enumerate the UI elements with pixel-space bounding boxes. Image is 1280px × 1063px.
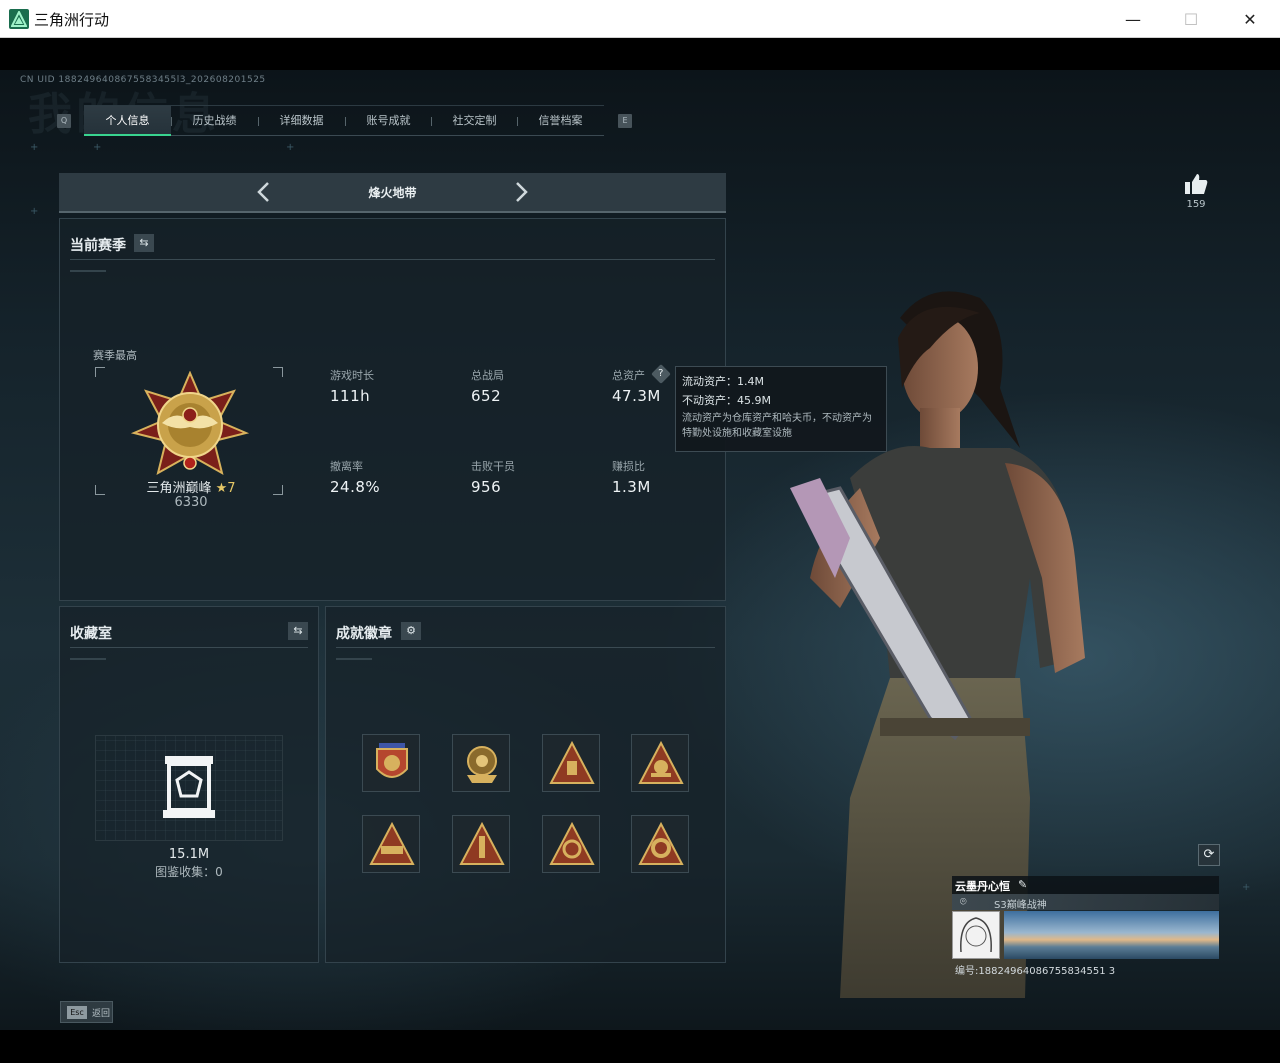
thumbs-up-icon[interactable] bbox=[1183, 172, 1209, 196]
tab-match-history[interactable]: 历史战绩 bbox=[171, 106, 258, 136]
tab-achievements[interactable]: 账号成就 bbox=[345, 106, 432, 136]
stat-label-kills: 击败干员 bbox=[471, 460, 515, 473]
mode-name: 烽火地带 bbox=[368, 186, 417, 200]
mode-selector: 烽火地带 bbox=[59, 173, 726, 213]
rank-emblem-icon bbox=[130, 371, 250, 476]
stat-label-total-matches: 总战局 bbox=[471, 369, 504, 382]
stat-value-kills: 956 bbox=[471, 478, 502, 496]
window-titlebar: 三角洲行动 — ☐ ✕ bbox=[0, 0, 1280, 38]
title-emblem-icon: ⌾ bbox=[960, 895, 967, 908]
stat-value-total-matches: 652 bbox=[471, 387, 502, 405]
decor-cross-icon: + bbox=[30, 206, 39, 217]
player-name-row: 云墨丹心恒 ✎ bbox=[952, 876, 1219, 894]
divider bbox=[336, 658, 372, 660]
player-title-row: ⌾ S3巅峰战神 bbox=[952, 894, 1219, 911]
achievement-badge-icon[interactable] bbox=[542, 734, 600, 792]
avatar[interactable] bbox=[952, 911, 1000, 959]
maximize-button[interactable]: ☐ bbox=[1162, 0, 1220, 38]
collection-heading: 收藏室 bbox=[70, 626, 112, 642]
rank-score: 6330 bbox=[174, 495, 208, 510]
stat-value-total-assets: 47.3M bbox=[612, 387, 661, 405]
season-panel: 当前赛季 ⇆ 赛季最高 三角洲巅峰 ★7 6330 游戏时长 111h 总战局 … bbox=[59, 218, 726, 601]
game-viewport: 我的信息 CN UID 1882496408675583455l3_202608… bbox=[0, 38, 1280, 1030]
gear-icon[interactable]: ⚙ bbox=[401, 622, 421, 640]
minimize-button[interactable]: — bbox=[1104, 0, 1162, 38]
decor-cross-icon: + bbox=[286, 142, 295, 153]
season-heading: 当前赛季 bbox=[70, 238, 126, 254]
display-case-icon bbox=[163, 756, 215, 818]
achievement-badge-icon[interactable] bbox=[452, 734, 510, 792]
decor-cross-icon: + bbox=[93, 142, 102, 153]
tab-bar: 个人信息 历史战绩 详细数据 账号成就 社交定制 信誉档案 bbox=[84, 105, 604, 136]
frame-corner bbox=[273, 367, 283, 377]
tab-prev-key[interactable]: Q bbox=[57, 114, 71, 128]
tab-personal-info[interactable]: 个人信息 bbox=[84, 106, 171, 136]
achievement-badge-icon[interactable] bbox=[631, 815, 689, 873]
player-title: S3巅峰战神 bbox=[994, 900, 1047, 911]
divider bbox=[70, 647, 308, 648]
achievement-badge-icon[interactable] bbox=[452, 815, 510, 873]
like-count: 159 bbox=[1186, 199, 1206, 210]
back-label: 返回 bbox=[92, 1009, 111, 1019]
collection-count: 图鉴收集：0 bbox=[155, 865, 223, 879]
season-best-label: 赛季最高 bbox=[93, 349, 137, 362]
frame-corner bbox=[95, 367, 105, 377]
achievement-badge-icon[interactable] bbox=[362, 815, 420, 873]
achievement-badge-icon[interactable] bbox=[542, 815, 600, 873]
achievements-panel: 成就徽章 ⚙ bbox=[325, 606, 726, 963]
window-title: 三角洲行动 bbox=[34, 11, 110, 29]
help-icon[interactable]: ? bbox=[651, 364, 671, 384]
top-letterbox bbox=[0, 38, 1280, 70]
achievements-heading: 成就徽章 bbox=[336, 626, 392, 642]
profile-banner bbox=[1004, 911, 1219, 959]
app-logo-icon bbox=[9, 9, 29, 29]
esc-key-hint: Esc bbox=[67, 1006, 87, 1019]
achievement-badge-icon[interactable] bbox=[631, 734, 689, 792]
decor-cross-icon: + bbox=[30, 142, 39, 153]
divider bbox=[70, 658, 106, 660]
swap-icon[interactable]: ⇆ bbox=[134, 234, 154, 252]
stat-label-playtime: 游戏时长 bbox=[330, 369, 374, 382]
collection-panel: 收藏室 ⇆ 15.1M 图鉴收集：0 bbox=[59, 606, 319, 963]
close-button[interactable]: ✕ bbox=[1221, 0, 1279, 38]
swap-icon[interactable]: ⇆ bbox=[288, 622, 308, 640]
divider bbox=[70, 270, 106, 272]
rank-star-icon: ★7 bbox=[215, 481, 236, 496]
frame-corner bbox=[95, 485, 105, 495]
stat-value-extract-rate: 24.8% bbox=[330, 478, 381, 496]
player-name: 云墨丹心恒 bbox=[955, 880, 1010, 893]
collection-value: 15.1M bbox=[168, 847, 210, 862]
tab-detailed-data[interactable]: 详细数据 bbox=[258, 106, 345, 136]
player-id: 编号:18824964086755834551 3 bbox=[955, 966, 1116, 977]
stat-value-profit-ratio: 1.3M bbox=[612, 478, 651, 496]
stat-value-playtime: 111h bbox=[330, 387, 371, 405]
decor-cross-icon: + bbox=[1242, 882, 1251, 893]
collection-showcase[interactable] bbox=[95, 735, 283, 841]
uid-label: CN UID 1882496408675583455l3_20260820152… bbox=[20, 75, 266, 85]
back-button[interactable]: Esc 返回 bbox=[60, 1001, 113, 1023]
rank-name: 三角洲巅峰 ★7 bbox=[146, 481, 236, 496]
stat-label-profit-ratio: 赚损比 bbox=[612, 460, 645, 473]
divider bbox=[336, 647, 715, 648]
stat-label-total-assets: 总资产 bbox=[612, 369, 645, 382]
divider bbox=[70, 259, 715, 260]
tab-reputation[interactable]: 信誉档案 bbox=[517, 106, 604, 136]
chevron-right-icon[interactable] bbox=[511, 180, 531, 204]
achievement-badge-icon[interactable] bbox=[362, 734, 420, 792]
stat-label-extract-rate: 撤离率 bbox=[330, 460, 363, 473]
tab-social[interactable]: 社交定制 bbox=[431, 106, 518, 136]
player-card[interactable]: 云墨丹心恒 ✎ ⌾ S3巅峰战神 编号:18824964086755834551… bbox=[952, 876, 1219, 978]
frame-corner bbox=[273, 485, 283, 495]
tab-next-key[interactable]: E bbox=[618, 114, 632, 128]
refresh-icon[interactable]: ⟳ bbox=[1198, 844, 1220, 866]
edit-icon[interactable]: ✎ bbox=[1018, 878, 1027, 891]
bottom-letterbox bbox=[0, 1030, 1280, 1063]
